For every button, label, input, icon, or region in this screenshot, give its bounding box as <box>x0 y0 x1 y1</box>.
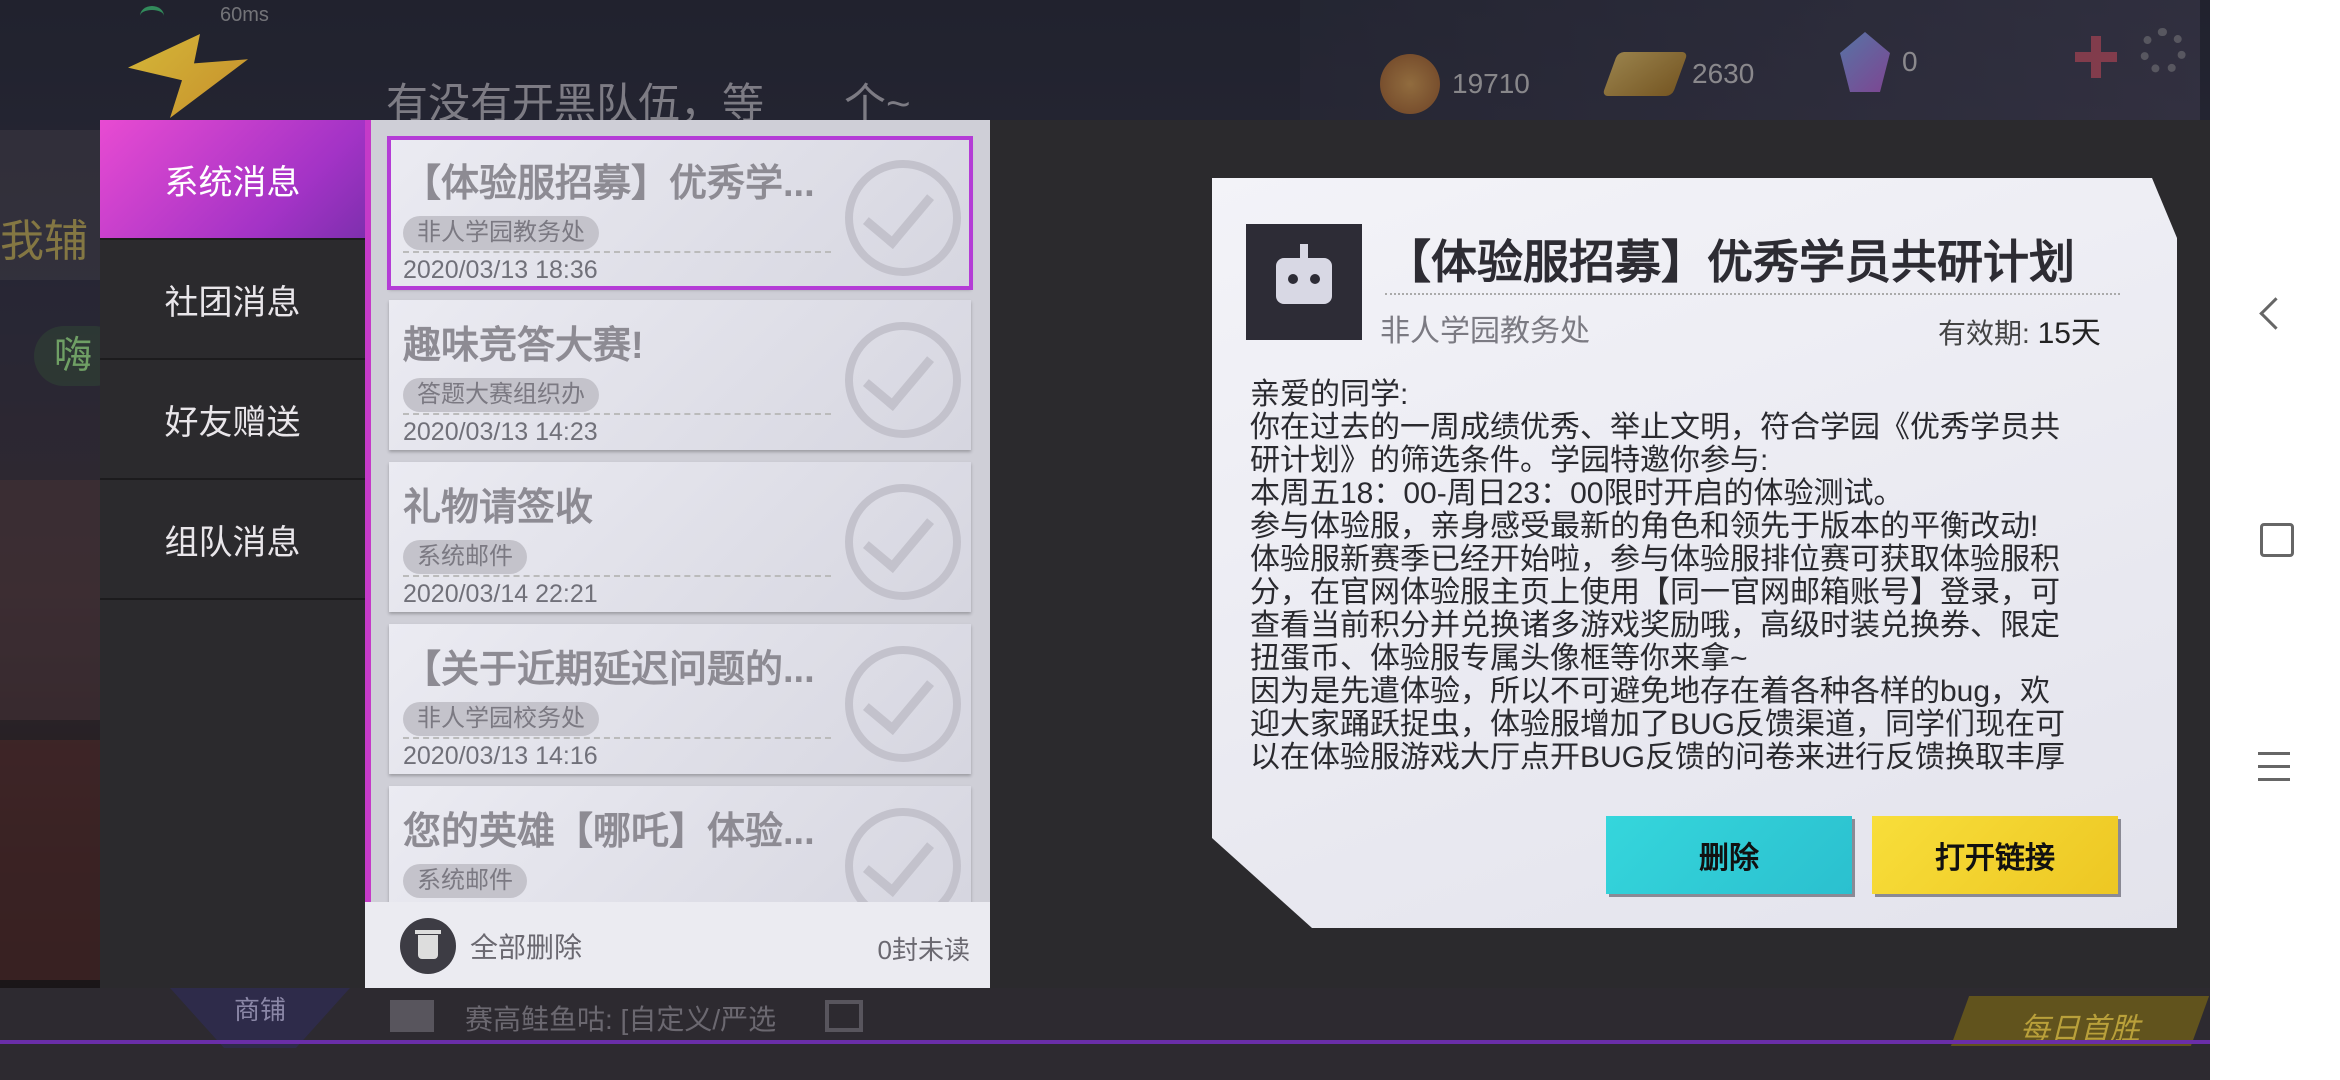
trash-icon <box>400 918 456 974</box>
gem-counter: 0 <box>1840 32 1918 92</box>
gem-icon <box>1840 32 1890 92</box>
home-icon[interactable] <box>2260 523 2294 557</box>
detail-title: 【体验服招募】优秀学员共研计划 <box>1385 236 2075 288</box>
message-list-footer: 全部删除 0封未读 <box>365 902 990 990</box>
back-icon[interactable] <box>2259 297 2292 330</box>
body-line: 因为是先遣体验，所以不可避免地存在着各种各样的bug，欢 <box>1250 675 2051 708</box>
body-line: 体验服新赛季已经开始啦，参与体验服排位赛可获取体验服积 <box>1250 543 2060 576</box>
body-line: 亲爱的同学: <box>1250 378 1409 411</box>
delete-all-button[interactable]: 全部删除 <box>400 918 582 974</box>
message-title: 【关于近期延迟问题的... <box>403 649 815 691</box>
ping-text: 60ms <box>220 4 269 26</box>
menu-icon[interactable] <box>2258 752 2290 782</box>
message-title: 趣味竞答大赛! <box>403 325 644 367</box>
body-line: 分，在官网体验服主页上使用【同一官网邮箱账号】登录，可 <box>1250 576 2060 609</box>
body-line: 研计划》的筛选条件。学园特邀你参与: <box>1250 444 1769 477</box>
validity-value: 15天 <box>2037 317 2101 350</box>
tab-club-messages[interactable]: 社团消息 <box>100 240 365 360</box>
gear-icon[interactable] <box>2140 28 2186 74</box>
tab-label: 系统消息 <box>164 163 301 202</box>
validity-label: 有效期: <box>1938 318 2030 349</box>
gold-bar-icon <box>1601 52 1689 96</box>
detail-body[interactable]: 亲爱的同学: 你在过去的一周成绩优秀、举止文明，符合学园《优秀学员共 研计划》的… <box>1250 378 2130 780</box>
bottom-bar: 商铺 赛高鲑鱼咕: [自定义/严选 每日首胜 <box>0 988 2210 1080</box>
coin-icon <box>1380 54 1440 114</box>
message-category-sidebar: 系统消息 社团消息 好友赠送 组队消息 <box>100 120 365 988</box>
gold-bar-counter: 2630 <box>1601 52 1754 96</box>
shop-button[interactable]: 商铺 <box>170 988 350 1048</box>
message-sender: 系统邮件 <box>403 540 527 574</box>
message-date: 2020/03/13 18:36 <box>403 256 598 284</box>
body-line: 参与体验服，亲身感受最新的角色和领先于版本的平衡改动! <box>1250 510 2039 543</box>
gold-coin-counter: 19710 <box>1380 54 1530 114</box>
message-title: 您的英雄【哪吒】体验... <box>403 811 815 853</box>
read-check-icon <box>845 160 961 276</box>
message-sender: 非人学园校务处 <box>403 702 599 736</box>
body-line: 扭蛋币、体验服专属头像框等你来拿~ <box>1250 642 1748 675</box>
chat-line: 赛高鲑鱼咕: [自定义/严选 <box>465 1004 777 1035</box>
avatar[interactable] <box>128 14 268 118</box>
chat-icon[interactable] <box>825 1000 863 1032</box>
body-line: 你在过去的一周成绩优秀、举止文明，符合学园《优秀学员共 <box>1250 411 2060 444</box>
message-item[interactable]: 礼物请签收 系统邮件 2020/03/14 22:21 <box>389 462 971 612</box>
delete-all-label: 全部删除 <box>470 932 583 963</box>
unread-count: 0封未读 <box>877 935 970 965</box>
android-navigation-bar <box>2210 0 2340 1080</box>
background-text: 我辅 <box>0 217 88 266</box>
message-sender: 非人学园教务处 <box>403 216 599 250</box>
tab-team-messages[interactable]: 组队消息 <box>100 480 365 600</box>
sender-avatar-icon <box>1246 224 1362 340</box>
message-sender: 系统邮件 <box>403 864 527 898</box>
message-item[interactable]: 【体验服招募】优秀学... 非人学园教务处 2020/03/13 18:36 <box>387 136 973 290</box>
body-line: 查看当前积分并兑换诸多游戏奖励哦，高级时装兑换券、限定 <box>1250 609 2060 642</box>
validity: 有效期: 15天 <box>1938 308 2101 352</box>
message-date: 2020/03/14 22:21 <box>403 580 598 608</box>
read-check-icon <box>845 808 961 902</box>
read-check-icon <box>845 484 961 600</box>
detail-sender: 非人学园教务处 <box>1380 315 1590 348</box>
message-item[interactable]: 趣味竞答大赛! 答题大赛组织办 2020/03/13 14:23 <box>389 300 971 450</box>
body-line: 迎大家踊跃捉虫，体验服增加了BUG反馈渠道，同学们现在可 <box>1250 708 2066 741</box>
bottom-accent-line <box>0 1040 2210 1044</box>
body-line: 本周五18：00-周日23：00限时开启的体验测试。 <box>1250 477 1904 510</box>
message-date: 2020/03/13 14:16 <box>403 742 598 770</box>
shop-label: 商铺 <box>233 995 286 1025</box>
body-line: 以在体验服游戏大厅点开BUG反馈的问卷来进行反馈换取丰厚 <box>1250 741 2066 774</box>
add-currency-icon[interactable] <box>2075 36 2117 78</box>
message-sender: 答题大赛组织办 <box>403 378 599 412</box>
mail-icon[interactable] <box>390 1000 434 1032</box>
message-item[interactable]: 【关于近期延迟问题的... 非人学园校务处 2020/03/13 14:16 <box>389 624 971 774</box>
tab-system-messages[interactable]: 系统消息 <box>100 120 365 240</box>
wifi-icon <box>140 6 164 26</box>
message-title: 礼物请签收 <box>403 487 594 529</box>
tab-label: 好友赠送 <box>164 403 301 442</box>
tab-label: 组队消息 <box>164 523 301 562</box>
message-date: 2020/03/13 14:23 <box>403 418 598 446</box>
read-check-icon <box>845 322 961 438</box>
read-check-icon <box>845 646 961 762</box>
delete-button[interactable]: 删除 <box>1606 816 1852 894</box>
delete-label: 删除 <box>1699 842 1759 875</box>
message-list[interactable]: 【体验服招募】优秀学... 非人学园教务处 2020/03/13 18:36 趣… <box>365 120 996 990</box>
open-link-label: 打开链接 <box>1935 842 2055 875</box>
message-title: 【体验服招募】优秀学... <box>403 163 815 205</box>
tab-label: 社团消息 <box>164 283 301 322</box>
message-item[interactable]: 您的英雄【哪吒】体验... 系统邮件 <box>389 786 971 902</box>
title-divider <box>1385 293 2120 295</box>
open-link-button[interactable]: 打开链接 <box>1872 816 2118 894</box>
tab-friend-gifts[interactable]: 好友赠送 <box>100 360 365 480</box>
